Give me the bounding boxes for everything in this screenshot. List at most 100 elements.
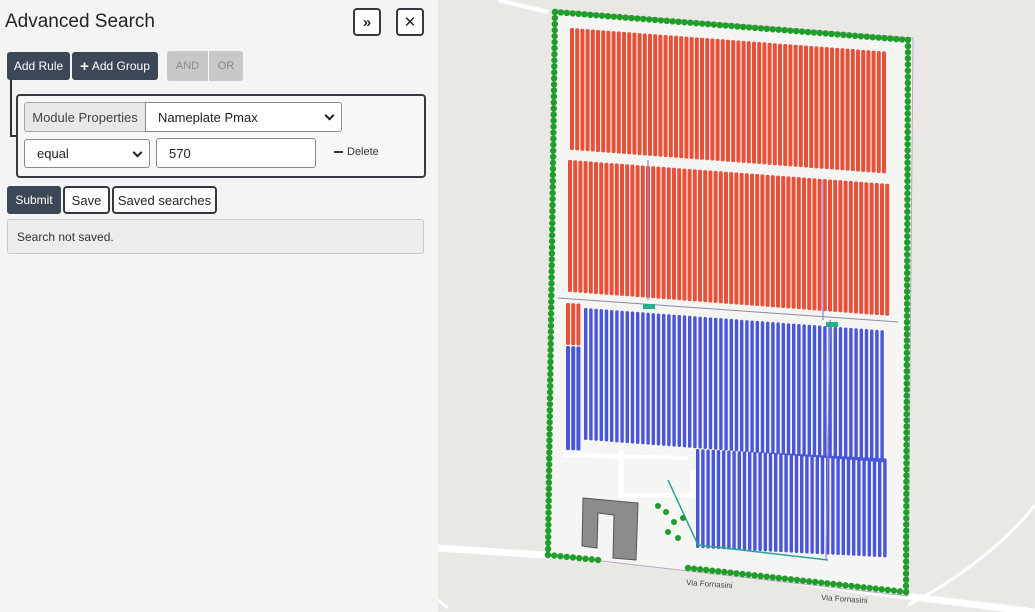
module-row[interactable] [674,35,678,158]
module-row[interactable] [872,457,877,557]
module-row[interactable] [720,39,725,162]
module-row[interactable] [588,161,593,294]
module-row[interactable] [596,29,600,152]
module-row[interactable] [797,323,801,456]
module-row[interactable] [661,167,666,300]
module-row[interactable] [604,162,609,295]
module-row[interactable] [734,172,739,305]
module-row[interactable] [627,32,632,155]
module-row[interactable] [804,45,808,168]
module-row[interactable] [744,173,749,306]
module-row[interactable] [845,48,850,171]
module-row[interactable] [736,40,741,163]
module-row[interactable] [836,456,840,556]
module-row[interactable] [748,451,752,551]
module-row[interactable] [734,319,739,452]
add-group-button[interactable]: + Add Group [72,52,158,80]
module-row[interactable] [692,169,697,302]
delete-rule-button[interactable]: Delete [334,146,379,158]
module-row[interactable] [648,33,652,156]
module-row[interactable] [781,322,785,455]
module-row[interactable] [793,44,798,167]
module-row[interactable] [601,30,606,153]
module-row[interactable] [599,309,603,442]
module-row[interactable] [620,163,624,296]
module-row[interactable] [753,451,757,551]
module-row[interactable] [642,33,647,156]
module-row[interactable] [741,40,746,163]
module-row[interactable] [762,42,767,165]
module-row[interactable] [666,167,671,300]
module-row[interactable] [791,176,796,309]
module-row[interactable] [706,449,710,549]
module-row[interactable] [758,452,762,552]
module-row[interactable] [630,164,635,297]
module-row[interactable] [698,316,702,449]
module-row[interactable] [737,451,741,551]
module-row[interactable] [779,453,783,553]
field-select[interactable]: Nameplate Pmax [145,102,342,132]
module-row[interactable] [656,166,661,299]
module-row[interactable] [856,49,860,172]
module-row[interactable] [610,309,614,442]
module-row[interactable] [766,321,770,454]
inverter-station[interactable] [826,322,838,327]
module-row[interactable] [862,457,866,557]
module-row[interactable] [713,170,718,303]
module-row[interactable] [788,44,793,167]
module-row[interactable] [841,456,845,556]
module-row[interactable] [849,327,853,460]
module-row[interactable] [590,29,595,152]
module-row[interactable] [589,308,593,441]
module-row[interactable] [786,176,791,309]
module-row[interactable] [770,175,775,308]
module-row[interactable] [864,182,869,315]
operator-select[interactable]: equal [24,139,150,168]
value-input[interactable]: 570 [156,138,316,168]
module-row[interactable] [880,330,884,463]
module-row[interactable] [682,315,687,448]
add-rule-button[interactable]: Add Rule [7,52,70,80]
module-row[interactable] [740,319,744,452]
module-row[interactable] [576,303,581,346]
module-row[interactable] [703,316,707,449]
module-row[interactable] [716,450,721,550]
module-row[interactable] [700,37,704,160]
module-row[interactable] [843,180,848,313]
module-row[interactable] [820,455,825,555]
module-row[interactable] [620,310,624,443]
module-row[interactable] [883,458,887,558]
module-row[interactable] [689,36,694,159]
module-row[interactable] [703,170,708,303]
module-row[interactable] [823,325,827,458]
module-row[interactable] [819,46,824,169]
module-row[interactable] [828,179,832,312]
site-map[interactable]: Via Fornasini Via Fornasini [438,0,1035,612]
module-row[interactable] [566,303,570,345]
module-row[interactable] [880,183,884,316]
module-row[interactable] [625,311,629,444]
module-row[interactable] [711,449,715,549]
submit-button[interactable]: Submit [7,186,61,214]
module-row[interactable] [739,172,744,305]
module-row[interactable] [606,30,611,153]
module-row[interactable] [594,308,598,441]
module-row[interactable] [859,181,864,314]
module-row[interactable] [698,169,702,302]
module-row[interactable] [866,50,871,173]
module-row[interactable] [616,31,621,154]
module-row[interactable] [687,168,692,301]
module-row[interactable] [750,320,754,453]
module-row[interactable] [852,456,856,556]
module-row[interactable] [672,314,676,447]
module-row[interactable] [611,31,616,154]
module-row[interactable] [719,318,723,451]
module-row[interactable] [824,47,829,170]
module-row[interactable] [715,38,720,161]
module-row[interactable] [867,457,871,557]
module-row[interactable] [632,32,637,155]
module-row[interactable] [786,323,791,456]
module-row[interactable] [778,43,782,166]
module-row[interactable] [732,450,736,550]
module-row[interactable] [696,449,700,548]
